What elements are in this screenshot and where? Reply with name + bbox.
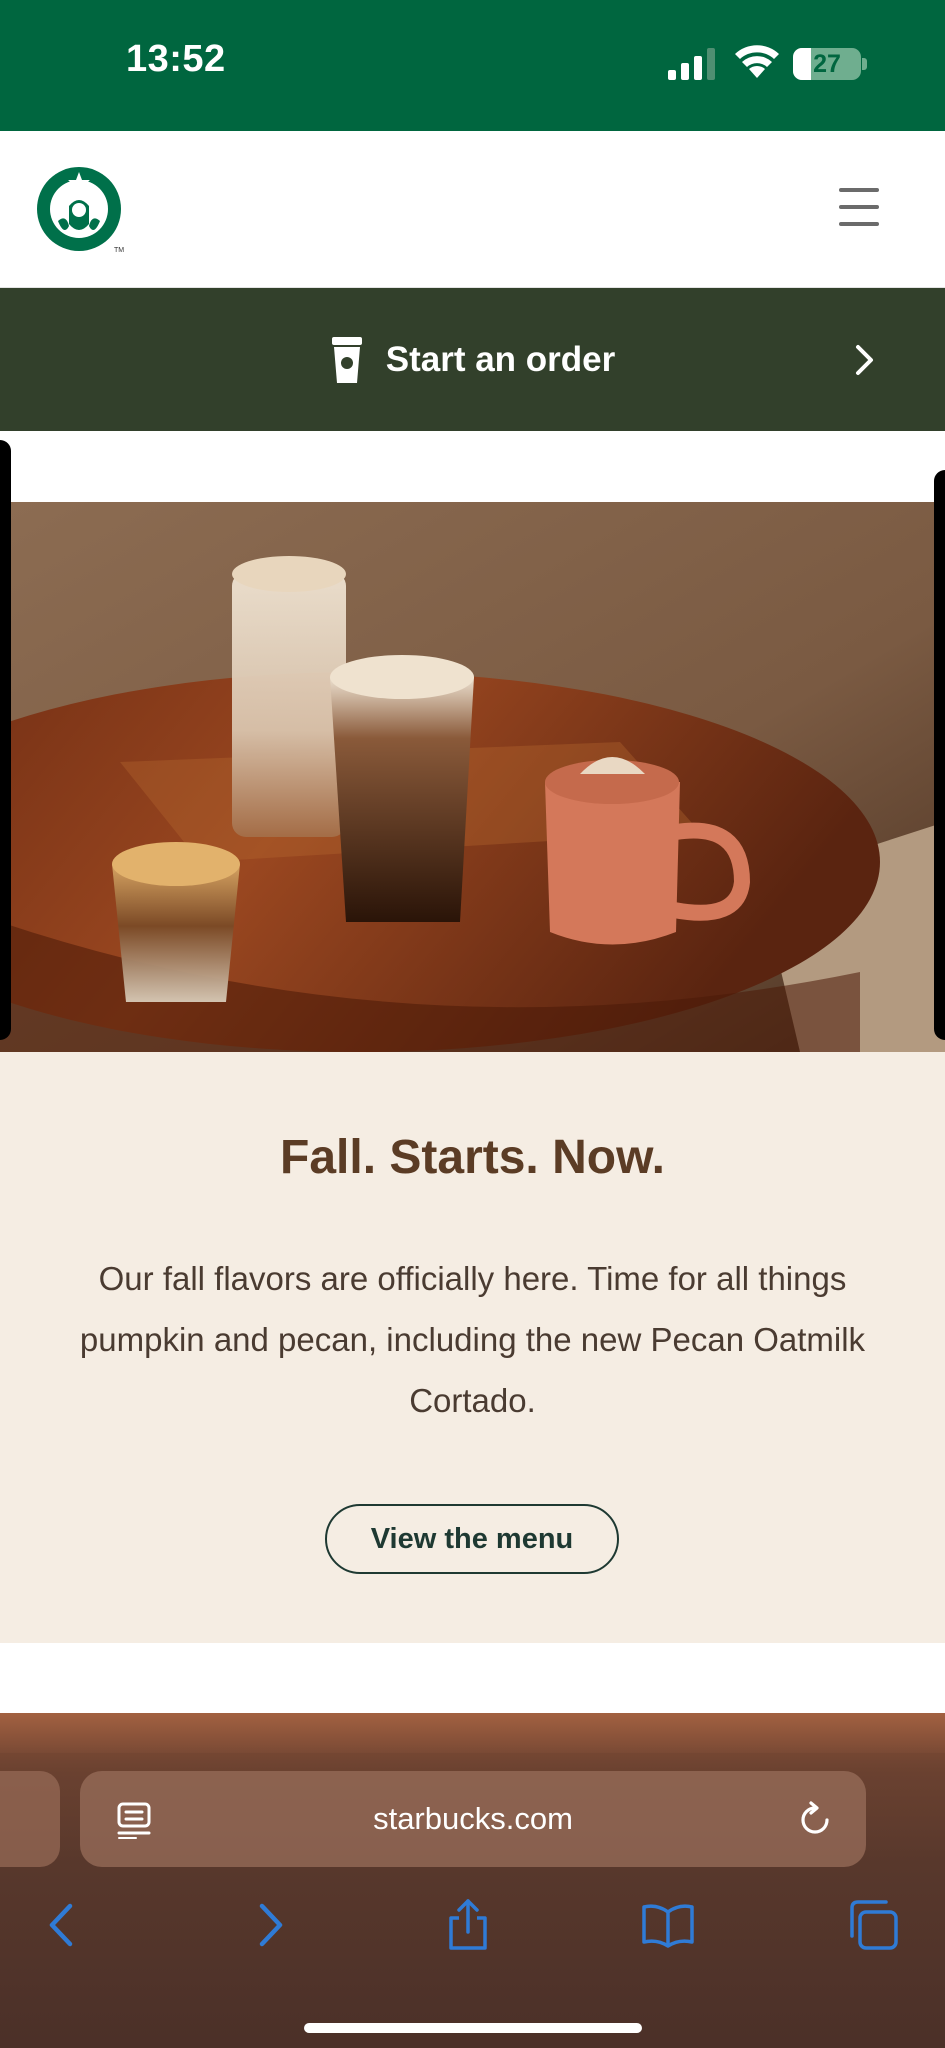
view-menu-button[interactable]: View the menu	[325, 1504, 619, 1574]
site-header: TM	[0, 131, 945, 288]
promo-card: Fall. Starts. Now. Our fall flavors are …	[0, 1052, 945, 1643]
next-section-preview	[0, 1713, 945, 1753]
reload-icon[interactable]	[796, 1801, 834, 1839]
cellular-signal-icon	[668, 48, 715, 80]
cup-icon	[331, 336, 362, 383]
share-icon[interactable]	[441, 1898, 495, 1952]
hamburger-menu-icon[interactable]	[834, 186, 884, 230]
svg-text:TM: TM	[114, 247, 124, 254]
status-time: 13:52	[126, 38, 226, 80]
battery-icon: 27	[793, 48, 861, 80]
forward-icon[interactable]	[242, 1898, 296, 1952]
url-text: starbucks.com	[373, 1801, 573, 1836]
hero-image	[0, 502, 945, 1052]
battery-nub	[862, 58, 867, 70]
chevron-right-icon	[856, 345, 873, 375]
page-edge-right	[934, 470, 945, 1040]
address-bar[interactable]: starbucks.com	[80, 1771, 866, 1867]
starbucks-logo-icon[interactable]: TM	[36, 166, 124, 254]
spacer-strip	[0, 431, 945, 502]
previous-tab-preview[interactable]	[0, 1771, 60, 1867]
start-order-bar[interactable]: Start an order	[0, 288, 945, 431]
promo-title: Fall. Starts. Now.	[280, 1131, 665, 1184]
browser-toolbar: starbucks.com	[0, 1713, 945, 2048]
start-order-label: Start an order	[385, 339, 616, 379]
promo-body: Our fall flavors are officially here. Ti…	[79, 1260, 866, 1419]
tabs-icon[interactable]	[846, 1898, 900, 1952]
page-edge-left	[0, 440, 11, 1040]
status-bar: 13:52 27	[0, 0, 945, 131]
wifi-icon	[735, 45, 779, 78]
back-icon[interactable]	[36, 1898, 90, 1952]
bookmarks-icon[interactable]	[641, 1898, 695, 1952]
section-gap	[0, 1643, 945, 1713]
home-indicator	[304, 2023, 642, 2033]
battery-level: 27	[813, 50, 841, 78]
